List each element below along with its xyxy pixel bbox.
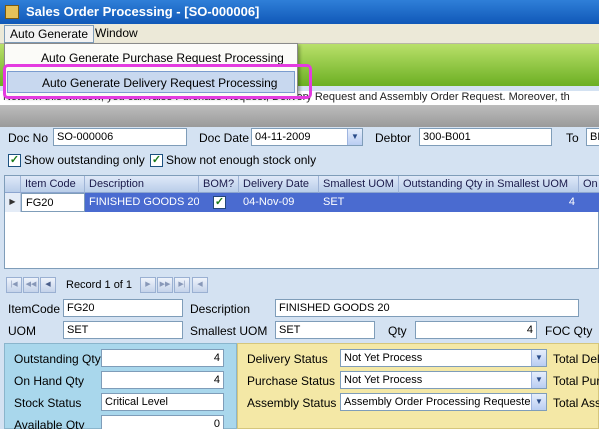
purchase-status-select[interactable]: Not Yet Process ▼ xyxy=(340,371,547,389)
col-header-smallest-uom[interactable]: Smallest UOM xyxy=(319,176,399,193)
purchase-status-value: Not Yet Process xyxy=(344,374,423,386)
qty-label: Qty xyxy=(388,324,407,338)
prev-page-icon[interactable]: ◀◀ xyxy=(23,277,39,293)
next-page-icon[interactable]: ▶▶ xyxy=(157,277,173,293)
record-navigator: |◀ ◀◀ ◀ Record 1 of 1 ▶ ▶▶ ▶| ◀ xyxy=(4,275,599,295)
row-indicator-icon: ▶ xyxy=(5,193,21,212)
first-record-icon[interactable]: |◀ xyxy=(6,277,22,293)
show-not-enough-checkbox[interactable]: ✓ xyxy=(150,154,163,167)
cell-bom[interactable]: ✓ xyxy=(199,193,239,212)
cell-delivery-date[interactable]: 04-Nov-09 xyxy=(239,193,319,212)
available-qty-field[interactable]: 0 xyxy=(101,415,224,429)
delivery-status-value: Not Yet Process xyxy=(344,352,423,364)
prev-record-icon[interactable]: ◀ xyxy=(40,277,56,293)
smallest-uom-label: Smallest UOM xyxy=(190,324,268,338)
cell-description[interactable]: FINISHED GOODS 20 xyxy=(85,193,199,212)
description-field[interactable]: FINISHED GOODS 20 xyxy=(275,299,579,317)
to-field[interactable]: BE xyxy=(586,128,599,146)
stock-panel: Outstanding Qty 4 On Hand Qty 4 Stock St… xyxy=(4,343,237,429)
description-label: Description xyxy=(190,302,251,316)
chevron-down-icon[interactable]: ▼ xyxy=(531,394,546,410)
total-purchase-label: Total Purc xyxy=(553,374,599,388)
cell-smallest-uom[interactable]: SET xyxy=(319,193,399,212)
grid-corner xyxy=(5,176,21,193)
total-delivery-label: Total Deli xyxy=(553,352,599,366)
smallest-uom-field[interactable]: SET xyxy=(275,321,375,339)
app-icon xyxy=(5,5,19,19)
assembly-status-select[interactable]: Assembly Order Processing Requested ▼ xyxy=(340,393,547,411)
outstanding-qty-label: Outstanding Qty xyxy=(14,352,101,366)
assembly-status-label: Assembly Status xyxy=(247,396,337,410)
col-header-on[interactable]: On xyxy=(579,176,599,193)
bom-checkbox[interactable]: ✓ xyxy=(213,196,226,209)
delivery-status-select[interactable]: Not Yet Process ▼ xyxy=(340,349,547,367)
col-header-bom[interactable]: BOM? xyxy=(199,176,239,193)
chevron-down-icon[interactable]: ▼ xyxy=(531,350,546,366)
col-header-description[interactable]: Description xyxy=(85,176,199,193)
col-header-item-code[interactable]: Item Code xyxy=(21,176,85,193)
total-assembly-label: Total Ass xyxy=(553,396,599,410)
on-hand-qty-label: On Hand Qty xyxy=(14,374,85,388)
highlight-callout xyxy=(3,64,312,99)
title-bar: Sales Order Processing - [SO-000006] xyxy=(0,0,599,24)
cell-outstanding-qty[interactable]: 4 xyxy=(399,193,579,212)
scroll-left-icon[interactable]: ◀ xyxy=(192,277,208,293)
items-grid: Item Code Description BOM? Delivery Date… xyxy=(4,175,599,269)
next-record-icon[interactable]: ▶ xyxy=(140,277,156,293)
show-outstanding-label: Show outstanding only xyxy=(24,153,145,167)
outstanding-qty-field[interactable]: 4 xyxy=(101,349,224,367)
qty-field[interactable]: 4 xyxy=(415,321,537,339)
record-indicator: Record 1 of 1 xyxy=(66,279,133,291)
delivery-status-label: Delivery Status xyxy=(247,352,328,366)
itemcode-field[interactable]: FG20 xyxy=(63,299,183,317)
available-qty-label: Available Qty xyxy=(14,418,85,429)
stock-status-field[interactable]: Critical Level xyxy=(101,393,224,411)
doc-date-label: Doc Date xyxy=(199,131,250,145)
header-separator xyxy=(0,105,599,127)
uom-label: UOM xyxy=(8,324,36,338)
menu-bar: Auto Generate Window xyxy=(0,24,599,44)
on-hand-qty-field[interactable]: 4 xyxy=(101,371,224,389)
menu-window[interactable]: Window xyxy=(90,25,143,43)
doc-no-label: Doc No xyxy=(8,131,49,145)
purchase-status-label: Purchase Status xyxy=(247,374,336,388)
assembly-status-value: Assembly Order Processing Requested xyxy=(344,396,537,408)
menu-auto-generate[interactable]: Auto Generate xyxy=(4,25,95,43)
status-panel: Delivery Status Not Yet Process ▼ Purcha… xyxy=(237,343,599,429)
uom-field[interactable]: SET xyxy=(63,321,183,339)
debtor-field[interactable]: 300-B001 xyxy=(419,128,552,146)
cell-item-code[interactable]: FG20 xyxy=(21,193,85,212)
cell-on[interactable] xyxy=(579,193,599,212)
foc-qty-label: FOC Qty xyxy=(545,324,593,338)
doc-no-field[interactable]: SO-000006 xyxy=(53,128,187,146)
last-record-icon[interactable]: ▶| xyxy=(174,277,190,293)
col-header-outstanding-qty[interactable]: Outstanding Qty in Smallest UOM xyxy=(399,176,579,193)
col-header-delivery-date[interactable]: Delivery Date xyxy=(239,176,319,193)
debtor-label: Debtor xyxy=(375,131,412,145)
show-not-enough-label: Show not enough stock only xyxy=(166,153,317,167)
chevron-down-icon[interactable]: ▼ xyxy=(531,372,546,388)
calendar-dropdown-icon[interactable]: ▼ xyxy=(347,129,362,145)
stock-status-label: Stock Status xyxy=(14,396,82,410)
doc-date-value: 04-11-2009 xyxy=(255,131,311,143)
window-title: Sales Order Processing - [SO-000006] xyxy=(26,4,260,19)
to-label: To xyxy=(566,131,579,145)
show-outstanding-checkbox[interactable]: ✓ xyxy=(8,154,21,167)
itemcode-label: ItemCode xyxy=(8,302,61,316)
doc-date-field[interactable]: 04-11-2009 ▼ xyxy=(251,128,363,146)
